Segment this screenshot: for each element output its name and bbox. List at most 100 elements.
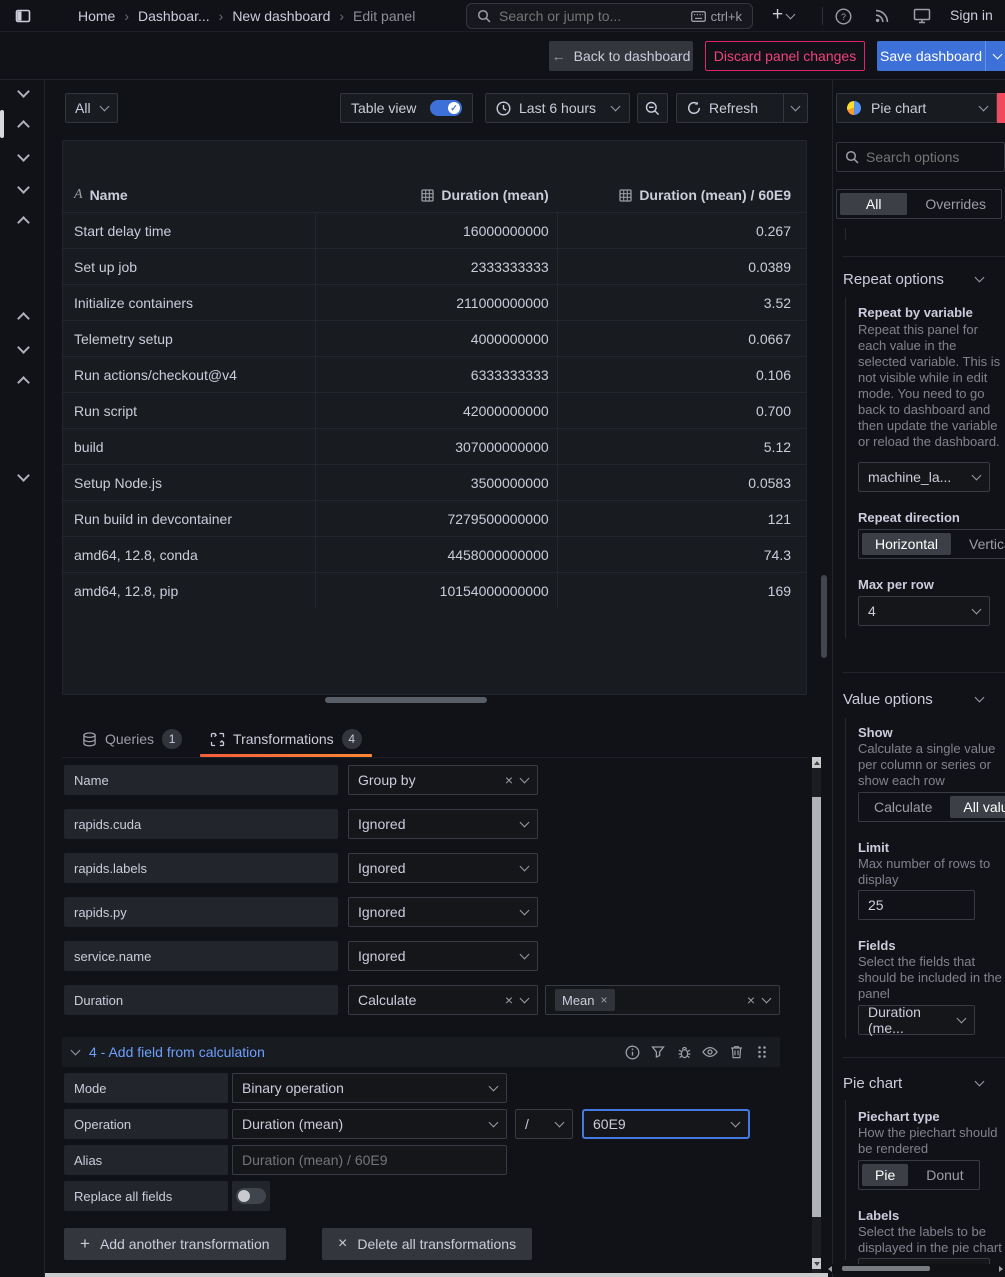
scroll-right-arrow[interactable] — [999, 1266, 1003, 1272]
nav-section-chevron-up-icon[interactable] — [16, 374, 30, 388]
global-search[interactable]: ctrl+k — [466, 3, 753, 29]
nav-section-chevron-down-icon[interactable] — [16, 86, 30, 100]
show-calculate[interactable]: Calculate — [859, 793, 947, 821]
options-tab-all[interactable]: All — [840, 193, 907, 215]
column-header-duration-mean[interactable]: Duration (mean) — [314, 187, 555, 203]
time-range-picker[interactable]: Last 6 hours — [485, 93, 630, 123]
monitor-icon[interactable] — [913, 8, 931, 24]
trash-icon[interactable] — [728, 1044, 744, 1060]
operand-right-select[interactable]: 60E9 — [582, 1109, 750, 1139]
breadcrumb-home[interactable]: Home — [78, 8, 115, 24]
direction-vertical[interactable]: Vertical — [954, 530, 1005, 558]
options-tab-overrides[interactable]: Overrides — [910, 190, 1001, 218]
clear-icon[interactable]: × — [505, 773, 513, 787]
save-dashboard-button[interactable]: Save dashboard — [877, 41, 985, 71]
repeat-options-header[interactable]: Repeat options — [843, 268, 983, 290]
show-all-values[interactable]: All values — [950, 796, 1005, 818]
nav-section-chevron-up-icon[interactable] — [16, 214, 30, 228]
fields-select[interactable]: Duration (me... — [858, 1005, 975, 1035]
scrollbar-thumb[interactable] — [842, 1266, 930, 1271]
alias-input[interactable] — [232, 1145, 507, 1175]
column-header-name[interactable]: A Name — [63, 187, 314, 203]
visualization-picker[interactable]: Pie chart — [836, 93, 997, 123]
section-divider — [843, 256, 1005, 257]
search-input[interactable] — [499, 8, 683, 24]
group-by-select[interactable]: Group by × — [348, 765, 538, 795]
add-new-button[interactable]: + — [772, 6, 794, 24]
help-button[interactable]: ? — [835, 8, 852, 25]
scroll-up-arrow[interactable] — [812, 757, 821, 768]
transformations-scrollbar[interactable] — [812, 757, 821, 1273]
tab-transformations[interactable]: Transformations 4 — [198, 723, 374, 755]
debug-bug-icon[interactable] — [676, 1044, 692, 1060]
editor-tab-bar: Queries 1 Transformations 4 — [62, 723, 808, 758]
eye-icon[interactable] — [702, 1044, 718, 1060]
breadcrumb-separator: › — [124, 8, 129, 24]
type-pie[interactable]: Pie — [862, 1164, 908, 1186]
nav-section-chevron-down-icon[interactable] — [16, 150, 30, 164]
scroll-left-arrow[interactable] — [828, 1266, 832, 1272]
main-vertical-scrollbar[interactable] — [821, 575, 827, 658]
refresh-interval-dropdown[interactable] — [784, 93, 808, 123]
mode-select[interactable]: Binary operation — [232, 1073, 507, 1103]
info-icon[interactable] — [624, 1044, 640, 1060]
bottom-horizontal-scrollbar[interactable] — [45, 1273, 828, 1277]
nav-section-chevron-down-icon[interactable] — [16, 182, 30, 196]
add-transformation-button[interactable]: + Add another transformation — [64, 1228, 286, 1260]
remove-tag-icon[interactable]: × — [601, 993, 608, 1007]
group-by-field-row: service.name Ignored — [64, 941, 538, 971]
max-per-row-select[interactable]: 4 — [858, 596, 990, 626]
direction-horizontal[interactable]: Horizontal — [862, 533, 951, 555]
scroll-down-arrow[interactable] — [812, 1258, 821, 1269]
sign-in-link[interactable]: Sign in — [950, 7, 993, 23]
table-view-toggle[interactable]: ✓ — [430, 100, 462, 116]
drag-handle-icon[interactable] — [754, 1044, 770, 1060]
field-operation-select[interactable]: Ignored — [348, 853, 538, 883]
limit-input[interactable] — [858, 890, 975, 920]
scrollbar-thumb[interactable] — [812, 797, 821, 1217]
options-search-input[interactable] — [866, 149, 1005, 165]
clear-icon[interactable]: × — [505, 993, 513, 1007]
table-horizontal-scrollbar[interactable] — [325, 697, 487, 703]
pie-chart-options-header[interactable]: Pie chart — [843, 1072, 983, 1094]
variable-all-dropdown[interactable]: All — [65, 93, 118, 123]
zoom-out-time-button[interactable] — [637, 93, 668, 123]
sidebar-horizontal-scrollbar[interactable] — [826, 1264, 1005, 1273]
field-operation-select[interactable]: Ignored — [348, 941, 538, 971]
field-operation-select[interactable]: Ignored — [348, 809, 538, 839]
field-operation-select[interactable]: Ignored — [348, 897, 538, 927]
news-rss-button[interactable] — [874, 8, 890, 24]
nav-section-chevron-down-icon[interactable] — [16, 342, 30, 356]
table-row: Setup Node.js35000000000.0583 — [63, 465, 806, 501]
repeat-direction-label: Repeat direction — [858, 510, 960, 525]
refresh-button[interactable]: Refresh — [676, 93, 784, 123]
value-options-header[interactable]: Value options — [843, 688, 983, 710]
nav-section-chevron-down-icon[interactable] — [16, 470, 30, 484]
save-dashboard-menu-button[interactable] — [985, 41, 1005, 71]
discard-panel-changes-button[interactable]: Discard panel changes — [705, 41, 865, 71]
calculate-select[interactable]: Calculate × — [348, 985, 538, 1015]
back-to-dashboard-button[interactable]: ← Back to dashboard — [549, 41, 693, 71]
transformation-4-header[interactable]: 4 - Add field from calculation — [62, 1037, 780, 1067]
group-by-field-row: Duration Calculate × Mean × × — [64, 985, 780, 1015]
replace-all-fields-toggle[interactable] — [236, 1188, 266, 1204]
clear-icon[interactable]: × — [747, 993, 755, 1007]
table-row: Start delay time160000000000.267 — [63, 213, 806, 249]
filter-icon[interactable] — [650, 1044, 666, 1060]
operator-select[interactable]: / — [515, 1109, 573, 1139]
refresh-split-button: Refresh — [676, 93, 808, 123]
operand-left-select[interactable]: Duration (mean) — [232, 1109, 507, 1139]
breadcrumb-new-dashboard[interactable]: New dashboard — [232, 8, 330, 24]
column-header-duration-ratio[interactable]: Duration (mean) / 60E9 — [556, 187, 806, 203]
nav-section-chevron-up-icon[interactable] — [16, 118, 30, 132]
delete-all-transformations-button[interactable]: × Delete all transformations — [322, 1228, 532, 1260]
options-search[interactable] — [836, 142, 1005, 172]
type-donut[interactable]: Donut — [911, 1161, 978, 1189]
breadcrumb-dashboards[interactable]: Dashboar... — [138, 8, 210, 24]
nav-section-chevron-up-icon[interactable] — [16, 310, 30, 324]
sidebar-toggle-button[interactable] — [0, 8, 45, 24]
calculations-multiselect[interactable]: Mean × × — [545, 985, 780, 1015]
repeat-variable-select[interactable]: machine_la... — [858, 462, 990, 492]
tab-queries[interactable]: Queries 1 — [70, 723, 194, 755]
search-icon — [477, 9, 491, 23]
